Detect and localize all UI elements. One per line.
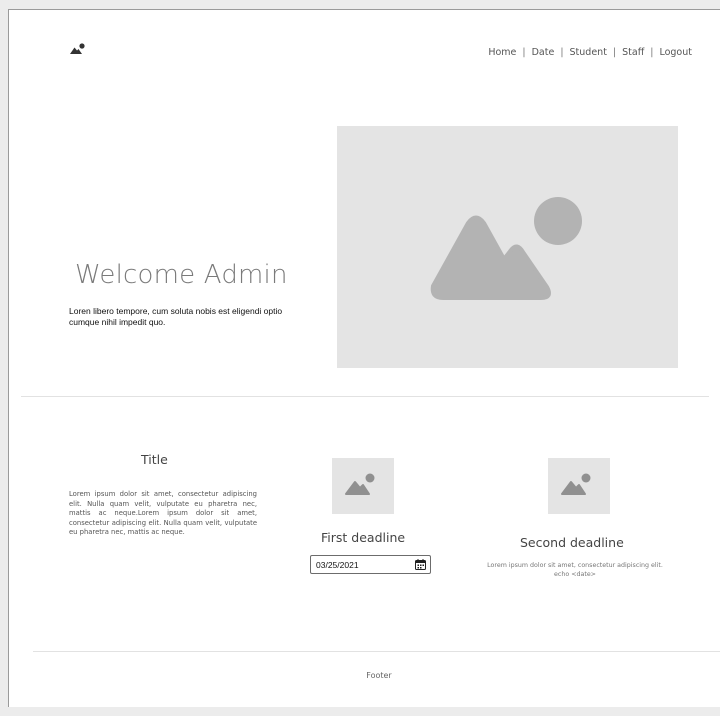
image-placeholder-icon [430, 197, 582, 300]
footer-divider [33, 651, 720, 652]
nav-separator: | [612, 47, 617, 58]
first-deadline-image [332, 458, 394, 514]
section-title: Title [141, 452, 168, 467]
second-deadline-image [548, 458, 610, 514]
hero-title: Welcome Admin [75, 260, 288, 290]
second-deadline-label: Second deadline [520, 535, 624, 550]
first-deadline-label: First deadline [321, 530, 406, 545]
section-body-text: Lorem ipsum dolor sit amet, consectetur … [69, 490, 257, 537]
nav-logout-link[interactable]: Logout [659, 47, 692, 58]
calendar-icon[interactable] [415, 559, 426, 570]
nav-student-link[interactable]: Student [570, 47, 607, 58]
image-placeholder-icon [345, 473, 375, 495]
section-divider [21, 396, 709, 397]
hero-description: Loren libero tempore, cum soluta nobis e… [69, 306, 283, 327]
nav-separator: | [522, 47, 526, 58]
nav-date-link[interactable]: Date [532, 47, 555, 58]
nav-separator: | [560, 47, 564, 58]
date-input-value: 03/25/2021 [316, 560, 359, 570]
hero-image-placeholder [337, 126, 678, 368]
logo-image-icon[interactable] [69, 43, 87, 55]
nav-home-link[interactable]: Home [488, 47, 516, 58]
page: Home | Date | Student | Staff | Logout W… [8, 9, 720, 707]
image-placeholder-icon [561, 473, 591, 495]
nav-staff-link[interactable]: Staff [622, 47, 644, 58]
second-deadline-text: Lorem ipsum dolor sit amet, consectetur … [487, 562, 663, 578]
nav-separator: | [650, 47, 654, 58]
first-deadline-date-input[interactable]: 03/25/2021 [310, 555, 431, 574]
top-nav: Home | Date | Student | Staff | Logout [488, 47, 692, 58]
footer-text: Footer [366, 671, 392, 680]
